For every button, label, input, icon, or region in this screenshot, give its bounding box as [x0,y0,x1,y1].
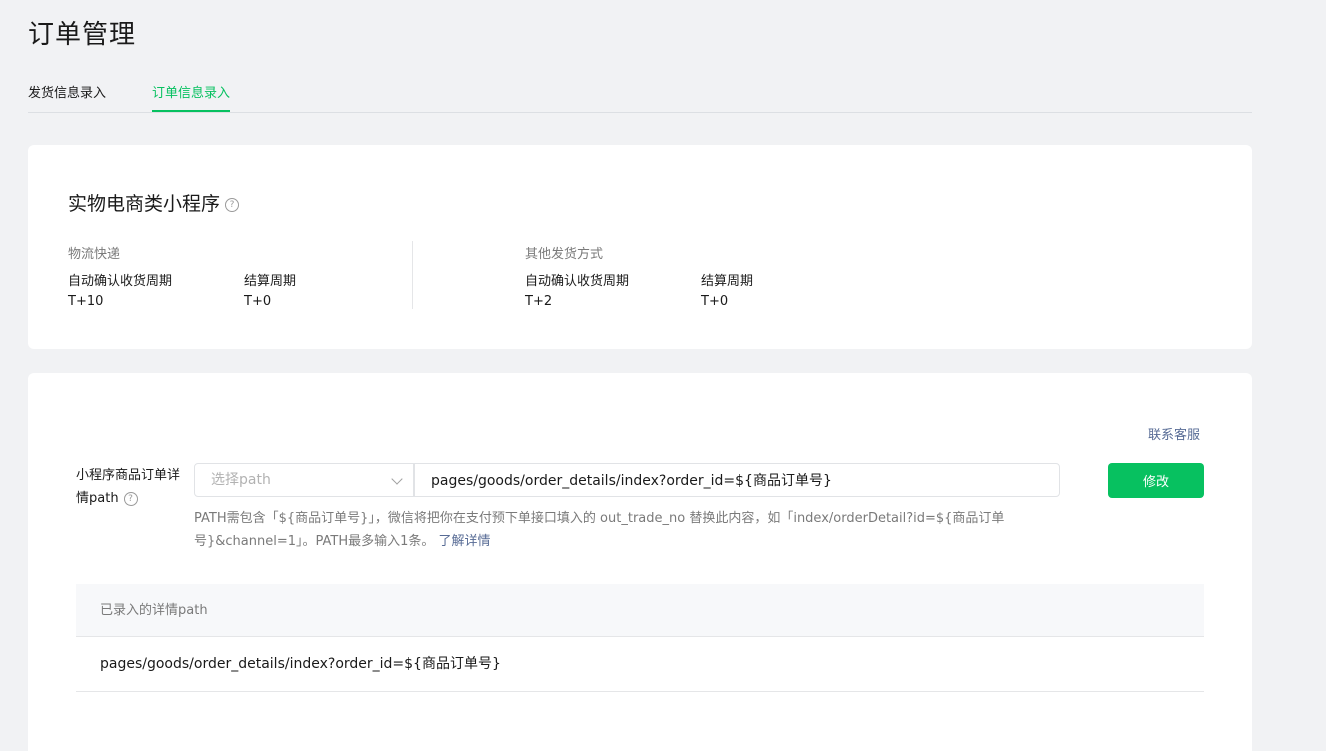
path-select[interactable]: 选择path [194,463,414,497]
modify-button[interactable]: 修改 [1108,463,1204,498]
logistics-group: 物流快递 自动确认收货周期 T+10 结算周期 T+0 [68,243,296,309]
kv-label: 结算周期 [244,274,297,289]
tab-bar: 发货信息录入 订单信息录入 [28,70,1252,113]
path-form-label: 小程序商品订单详情path? [76,464,186,510]
section-title: 实物电商类小程序? [68,189,240,216]
path-hint-text: PATH需包含「${商品订单号}」，微信将把你在支付预下单接口填入的 out_t… [194,511,1005,549]
group-label: 物流快递 [68,247,121,262]
summary-card: 实物电商类小程序? 物流快递 自动确认收货周期 T+10 结算周期 T+0 其他… [28,145,1252,349]
path-config-card: 联系客服 小程序商品订单详情path? 选择path 修改 PATH需包含「${… [28,373,1252,751]
kv-label: 结算周期 [701,274,754,289]
vertical-divider [412,241,413,309]
kv-value: T+2 [525,294,553,309]
kv-value: T+0 [244,294,272,309]
table-header: 已录入的详情path [76,584,1204,637]
tab-order-info[interactable]: 订单信息录入 [152,82,231,112]
chevron-down-icon [391,473,403,485]
settlement-period: 结算周期 T+0 [244,270,414,309]
other-shipping-group: 其他发货方式 自动确认收货周期 T+2 结算周期 T+0 [525,243,753,309]
table-row: pages/goods/order_details/index?order_id… [76,637,1204,692]
auto-confirm-period: 自动确认收货周期 T+10 [68,270,238,309]
section-title-text: 实物电商类小程序 [68,193,221,215]
help-icon[interactable]: ? [225,197,240,212]
saved-paths-table: 已录入的详情path pages/goods/order_details/ind… [76,584,1204,692]
auto-confirm-period: 自动确认收货周期 T+2 [525,270,695,309]
learn-more-link[interactable]: 了解详情 [439,534,491,549]
path-input[interactable] [414,463,1060,497]
path-select-placeholder: 选择path [211,472,271,488]
settlement-period: 结算周期 T+0 [701,270,871,309]
path-hint: PATH需包含「${商品订单号}」，微信将把你在支付预下单接口填入的 out_t… [194,507,1074,553]
kv-label: 自动确认收货周期 [68,274,173,289]
kv-value: T+10 [68,294,104,309]
group-label: 其他发货方式 [525,247,604,262]
kv-value: T+0 [701,294,729,309]
page-title: 订单管理 [28,20,137,50]
kv-label: 自动确认收货周期 [525,274,630,289]
tab-shipping-info[interactable]: 发货信息录入 [28,82,106,112]
contact-support-link[interactable]: 联系客服 [1148,424,1200,443]
help-icon[interactable]: ? [123,491,138,506]
